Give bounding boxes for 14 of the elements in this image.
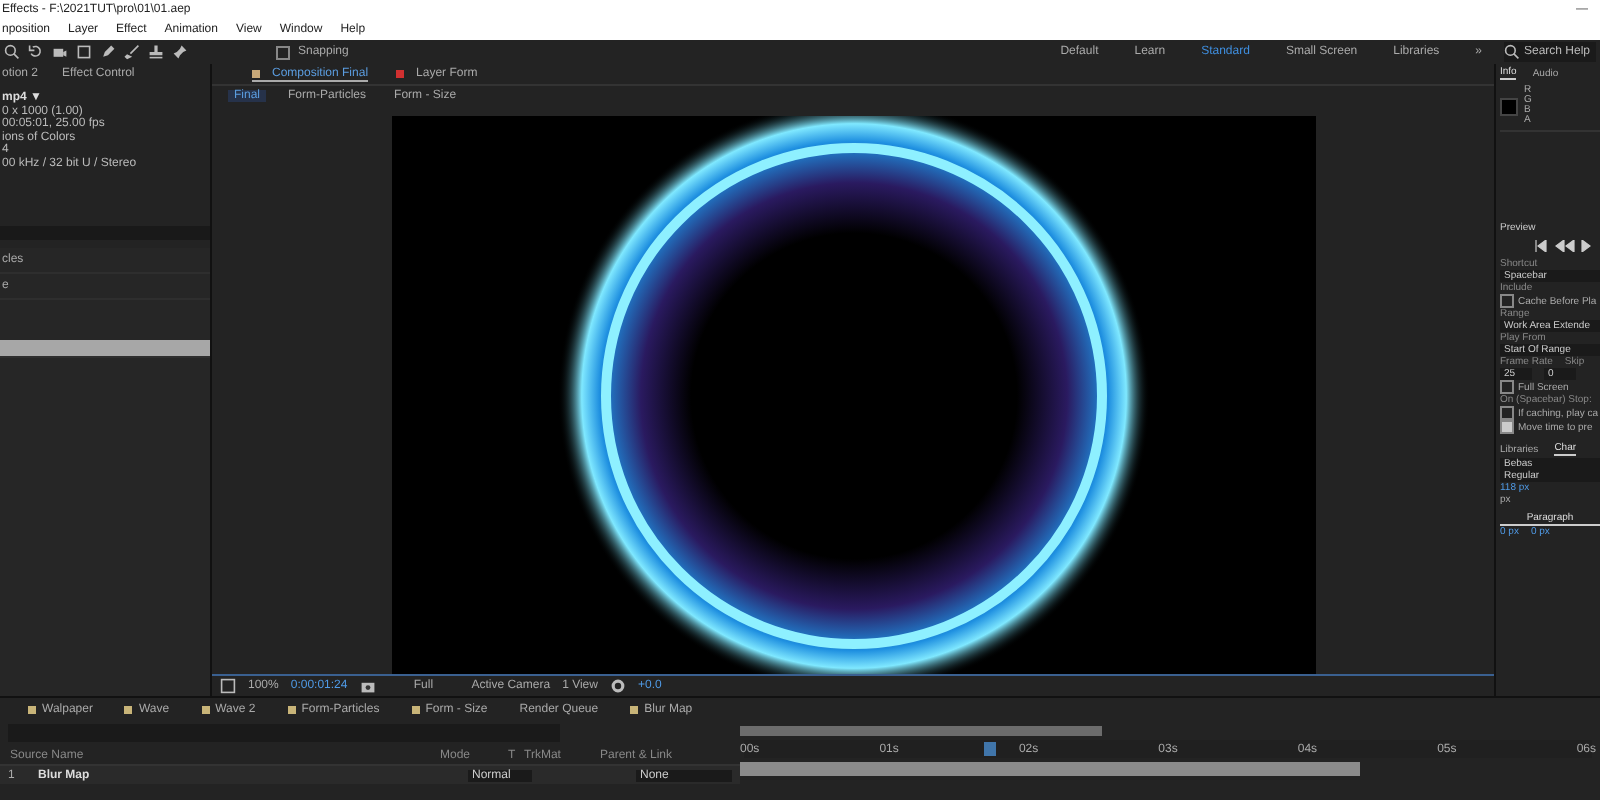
- gear-icon[interactable]: [609, 678, 626, 694]
- search-icon[interactable]: [4, 44, 20, 60]
- playback-controls-icon[interactable]: [1532, 240, 1592, 252]
- color-swatch: [1500, 97, 1518, 115]
- project-row[interactable]: [0, 340, 210, 358]
- rotate-icon[interactable]: [28, 44, 44, 60]
- search-icon: [1504, 44, 1520, 60]
- pen-icon[interactable]: [100, 44, 116, 60]
- rectangle-icon[interactable]: [76, 44, 92, 60]
- camera-icon[interactable]: [359, 678, 376, 694]
- brush-icon[interactable]: [124, 44, 140, 60]
- playhead[interactable]: [983, 742, 996, 756]
- camera-icon[interactable]: [52, 44, 68, 60]
- stamp-icon[interactable]: [148, 44, 164, 60]
